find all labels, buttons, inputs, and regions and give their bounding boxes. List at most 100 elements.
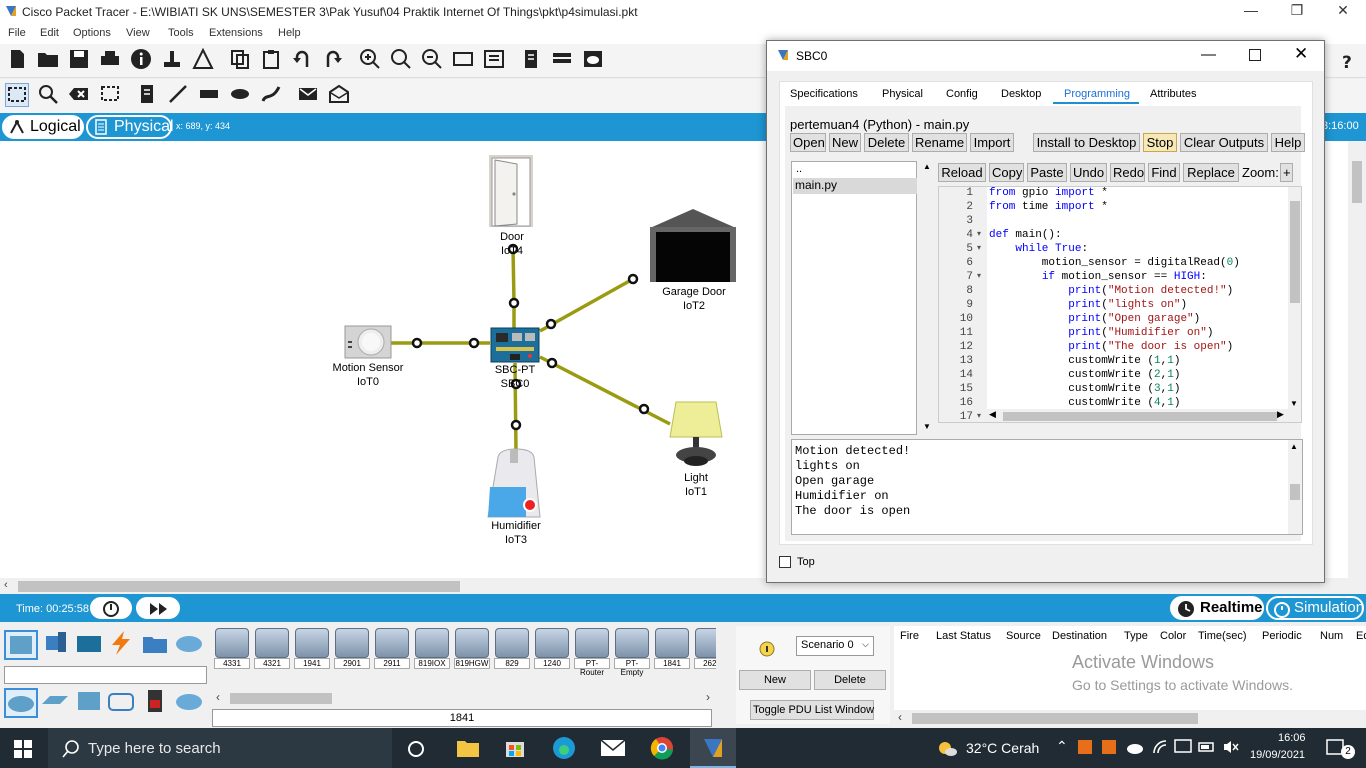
redo-button[interactable]: Redo [1110,163,1145,182]
category-connections[interactable] [106,630,140,660]
resize-shape-icon[interactable] [98,83,122,107]
workspace-vertical-scrollbar[interactable] [1348,141,1366,578]
stop-button[interactable]: Stop [1143,133,1177,152]
table-scrollbar[interactable]: ‹ [894,710,1366,726]
task-view-icon[interactable] [406,739,426,759]
light-device[interactable] [668,399,724,471]
mail-icon[interactable] [600,738,626,758]
draw-rectangle-icon[interactable] [197,83,221,107]
router-tile[interactable]: PT-Empty [614,628,650,684]
copy-icon[interactable] [228,48,252,72]
onedrive-cloud-icon[interactable] [1126,740,1144,754]
edge-browser-icon[interactable] [552,736,576,760]
code-editor[interactable]: 1 from gpio import * 2 from time import * 3 4… [938,186,1302,423]
draw-line-icon[interactable] [166,83,190,107]
delete-button[interactable]: Delete [864,133,909,152]
scroll-right-icon[interactable]: › [706,690,710,704]
scroll-thumb[interactable] [1290,201,1300,303]
chrome-browser-icon[interactable] [650,736,674,760]
windows-start-icon[interactable] [14,740,32,758]
install-to-desktop-button[interactable]: Install to Desktop [1033,133,1140,152]
minimize-button[interactable]: — [1228,2,1274,22]
menu-extensions[interactable]: Extensions [209,27,263,39]
toggle-pdu-list-button[interactable]: Toggle PDU List Window [750,700,874,720]
project-file-list[interactable]: .. main.py ▲ ▼ [791,161,933,435]
tab-specifications[interactable]: Specifications [790,88,858,100]
undo-button[interactable]: Undo [1070,163,1107,182]
replace-button[interactable]: Replace [1183,163,1239,182]
router-tile[interactable]: 2620 [694,628,716,684]
paste-icon[interactable] [259,48,283,72]
menu-view[interactable]: View [126,27,150,39]
door-device[interactable] [487,154,535,228]
inspect-icon[interactable] [36,83,60,107]
parent-directory-item[interactable]: .. [794,163,915,177]
save-icon[interactable] [67,48,91,72]
menu-options[interactable]: Options [73,27,111,39]
editor-vertical-scrollbar[interactable]: ▼ [1288,187,1301,409]
simulation-mode-button[interactable]: Simulation [1266,596,1364,620]
fold-toggle-icon[interactable]: ▾ [977,410,981,422]
fold-toggle-icon[interactable]: ▾ [977,270,981,284]
logical-view-button[interactable]: Logical [2,115,84,139]
router-tile[interactable]: 1941 [294,628,330,684]
subcategory-switches[interactable] [40,688,74,718]
category-components[interactable] [74,630,108,660]
scenario-new-button[interactable]: New [739,670,811,690]
scroll-thumb[interactable] [1003,412,1277,421]
category-network-devices[interactable] [4,630,38,660]
tab-desktop[interactable]: Desktop [1001,88,1041,100]
tab-attributes[interactable]: Attributes [1150,88,1196,100]
router-tile[interactable]: 4331 [214,628,250,684]
network-alert-icon[interactable] [1174,739,1192,755]
realtime-mode-button[interactable]: Realtime [1170,596,1264,620]
subcategory-security[interactable] [140,688,174,718]
fold-toggle-icon[interactable]: ▾ [977,242,981,256]
category-end-devices[interactable] [40,630,74,660]
restore-button[interactable]: ❐ [1274,2,1320,22]
chevron-up-icon[interactable]: ⌃ [1056,738,1068,755]
place-note-icon[interactable] [135,83,159,107]
router-tile[interactable]: 829 [494,628,530,684]
sbc-device[interactable] [490,327,540,363]
scroll-thumb[interactable] [1352,161,1362,203]
scroll-thumb[interactable] [912,713,1198,724]
fast-forward-button[interactable] [136,597,180,619]
taskbar-search-box[interactable]: Type here to search [48,728,392,768]
scroll-thumb[interactable] [18,581,460,592]
close-button[interactable]: ✕ [1320,2,1366,22]
scroll-thumb[interactable] [230,693,332,704]
router-tile[interactable]: 1240 [534,628,570,684]
physical-view-button[interactable]: Physical [86,115,174,139]
rename-button[interactable]: Rename [912,133,967,152]
scroll-left-icon[interactable]: ‹ [4,579,8,591]
router-tile[interactable]: 2901 [334,628,370,684]
microsoft-store-icon[interactable] [504,736,526,758]
subcategory-wireless[interactable] [106,688,140,718]
custom-device-icon[interactable] [482,48,506,72]
tab-physical[interactable]: Physical [882,88,923,100]
tray-app-icon[interactable] [1078,740,1092,754]
add-complex-pdu-icon[interactable] [327,83,351,107]
zoom-in-icon[interactable] [358,48,382,72]
device-list-icon[interactable] [550,48,574,72]
freeform-icon[interactable] [259,83,283,107]
top-checkbox[interactable] [779,556,791,568]
motion-sensor-device[interactable] [344,325,392,359]
reload-button[interactable]: Reload [938,163,986,182]
router-tile[interactable]: 2911 [374,628,410,684]
output-scrollbar[interactable]: ▲ [1288,440,1302,534]
wizard-icon[interactable] [191,47,215,72]
tab-config[interactable]: Config [946,88,978,100]
tray-app-icon[interactable] [1102,740,1116,754]
speaker-muted-icon[interactable] [1222,739,1240,755]
file-item-main-py[interactable]: main.py [793,178,917,194]
sbc-maximize-button[interactable] [1249,49,1261,61]
help-question-icon[interactable]: ? [1338,52,1358,72]
editor-horizontal-scrollbar[interactable]: ◀ ▶ [987,409,1301,422]
menu-tools[interactable]: Tools [168,27,194,39]
zoom-out-icon[interactable] [420,48,444,72]
subcategory-routers[interactable] [4,688,38,718]
redo-icon[interactable] [321,48,345,72]
add-simple-pdu-icon[interactable] [296,83,320,107]
